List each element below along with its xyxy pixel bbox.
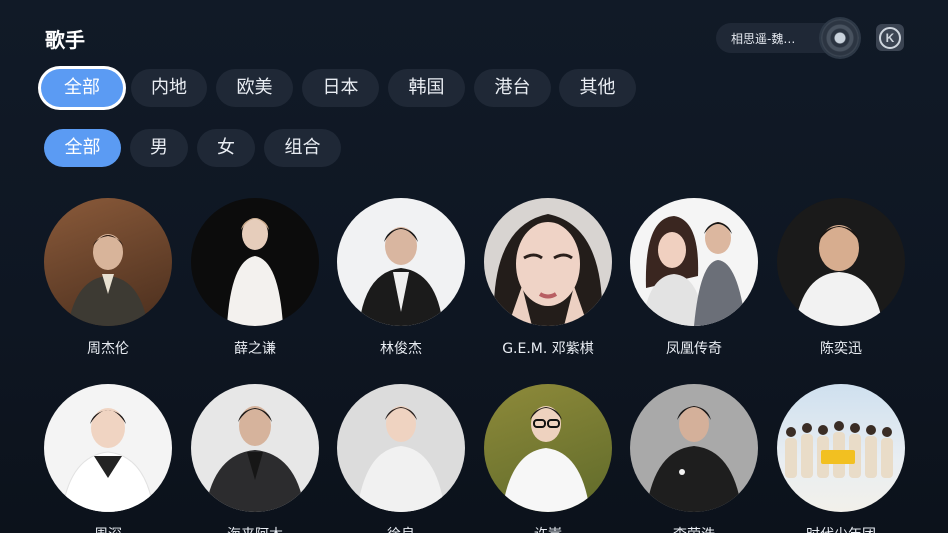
- region-tab-other[interactable]: 其他: [559, 69, 636, 107]
- album-disc-icon[interactable]: [821, 19, 859, 57]
- artist-name: 海来阿木: [191, 524, 319, 533]
- region-tab-label: 港台: [494, 77, 531, 98]
- artist-card[interactable]: 凤凰传奇: [630, 198, 758, 358]
- artist-avatar: [191, 384, 319, 512]
- artist-avatar: [777, 198, 905, 326]
- region-tab-all[interactable]: 全部: [41, 69, 123, 107]
- artist-name: 陈奕迅: [820, 341, 862, 357]
- artist-card[interactable]: 海来阿木: [191, 384, 319, 533]
- artist-avatar: [630, 198, 758, 326]
- now-playing-text: 相思遥-魏…: [731, 32, 796, 46]
- gender-tab-all[interactable]: 全部: [44, 129, 121, 167]
- artist-card[interactable]: 周杰伦: [44, 198, 172, 358]
- region-tab-japan[interactable]: 日本: [302, 69, 379, 107]
- artist-name: G.E.M. 邓紫棋: [502, 341, 594, 357]
- artist-card[interactable]: 时代少年团: [777, 384, 905, 533]
- region-tab-hktw[interactable]: 港台: [474, 69, 551, 107]
- artist-avatar: [777, 384, 905, 512]
- artist-avatar: [484, 384, 612, 512]
- gender-tab-label: 男: [150, 137, 168, 158]
- artist-avatar: [337, 198, 465, 326]
- artist-avatar: [630, 384, 758, 512]
- artist-avatar: [44, 384, 172, 512]
- artist-name: 徐良: [337, 524, 465, 533]
- region-tab-mainland[interactable]: 内地: [131, 69, 207, 107]
- region-tab-korea[interactable]: 韩国: [388, 69, 465, 107]
- region-tab-label: 日本: [322, 77, 359, 98]
- artist-avatar: [484, 198, 612, 326]
- gender-tab-label: 组合: [284, 137, 321, 158]
- artist-avatar: [191, 198, 319, 326]
- region-tab-label: 韩国: [408, 77, 445, 98]
- region-tab-label: 欧美: [236, 77, 273, 98]
- artist-name: 许嵩: [484, 524, 612, 533]
- region-tab-label: 全部: [64, 77, 100, 98]
- artist-card[interactable]: 周深: [44, 384, 172, 533]
- artist-avatar: [44, 198, 172, 326]
- artist-card[interactable]: 李荣浩: [630, 384, 758, 533]
- artist-name: 时代少年团: [777, 524, 905, 533]
- karaoke-k-button[interactable]: K: [876, 24, 904, 51]
- artist-card[interactable]: 林俊杰: [337, 198, 465, 358]
- k-logo-icon: K: [879, 26, 901, 49]
- artist-card[interactable]: 薛之谦: [191, 198, 319, 358]
- artist-card[interactable]: G.E.M. 邓紫棋: [484, 198, 612, 358]
- gender-tab-male[interactable]: 男: [130, 129, 188, 167]
- artist-card[interactable]: 陈奕迅: [777, 198, 905, 358]
- gender-tab-label: 女: [217, 137, 235, 158]
- singer-page: 歌手 相思遥-魏… K 全部 内地 欧美 日本 韩国 港台 其他 全部 男 女 …: [0, 0, 948, 533]
- gender-tab-female[interactable]: 女: [197, 129, 255, 167]
- artist-avatar: [337, 384, 465, 512]
- region-tab-western[interactable]: 欧美: [216, 69, 293, 107]
- artist-card[interactable]: 许嵩: [484, 384, 612, 533]
- artist-name: 李荣浩: [630, 524, 758, 533]
- page-title: 歌手: [45, 28, 85, 52]
- artist-name: 薛之谦: [234, 341, 276, 357]
- artist-name: 林俊杰: [380, 341, 422, 357]
- artist-name: 周杰伦: [87, 341, 129, 357]
- artist-name: 周深: [44, 524, 172, 533]
- gender-tab-label: 全部: [64, 137, 101, 158]
- gender-tab-group[interactable]: 组合: [264, 129, 341, 167]
- region-tab-label: 其他: [579, 77, 616, 98]
- region-tab-label: 内地: [151, 77, 187, 98]
- artist-name: 凤凰传奇: [666, 341, 722, 357]
- artist-card[interactable]: 徐良: [337, 384, 465, 533]
